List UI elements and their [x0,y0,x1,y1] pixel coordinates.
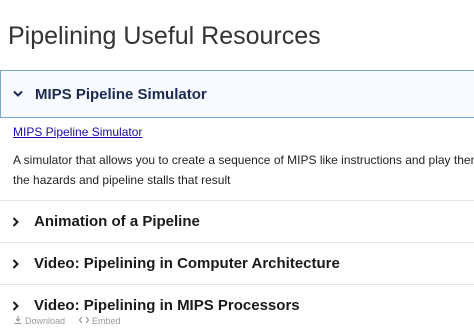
mips-simulator-link[interactable]: MIPS Pipeline Simulator [13,124,474,140]
chevron-down-icon [13,90,35,98]
accordion-body-mips-simulator: MIPS Pipeline Simulator A simulator that… [0,124,474,190]
description-line: the hazards and pipeline stalls that res… [13,173,231,187]
accordion-item-mips-simulator: MIPS Pipeline Simulator MIPS Pipeline Si… [0,70,474,190]
accordion-header-video-architecture[interactable]: Video: Pipelining in Computer Architectu… [0,243,474,284]
accordion-title: Animation of a Pipeline [34,213,200,230]
footer-toolbar: Download Embed [14,316,121,326]
accordion-title: Video: Pipelining in MIPS Processors [34,297,300,314]
accordion-title: MIPS Pipeline Simulator [35,85,207,103]
accordion-header-mips-simulator[interactable]: MIPS Pipeline Simulator [0,70,474,118]
description-line: A simulator that allows you to create a … [13,153,474,167]
chevron-right-icon [12,258,34,269]
download-icon [14,316,22,326]
resources-accordion: MIPS Pipeline Simulator MIPS Pipeline Si… [0,70,474,326]
accordion-title: Video: Pipelining in Computer Architectu… [34,255,340,272]
page-title: Pipelining Useful Resources [8,22,321,50]
chevron-right-icon [12,300,34,311]
accordion-header-animation[interactable]: Animation of a Pipeline [0,201,474,242]
chevron-right-icon [12,216,34,227]
embed-label: Embed [92,316,121,326]
code-icon [78,316,90,326]
accordion-item-video-architecture: Video: Pipelining in Computer Architectu… [0,243,474,284]
download-label: Download [25,316,66,326]
download-button[interactable]: Download [14,316,65,326]
accordion-item-animation: Animation of a Pipeline [0,201,474,242]
embed-button[interactable]: Embed [78,316,121,326]
